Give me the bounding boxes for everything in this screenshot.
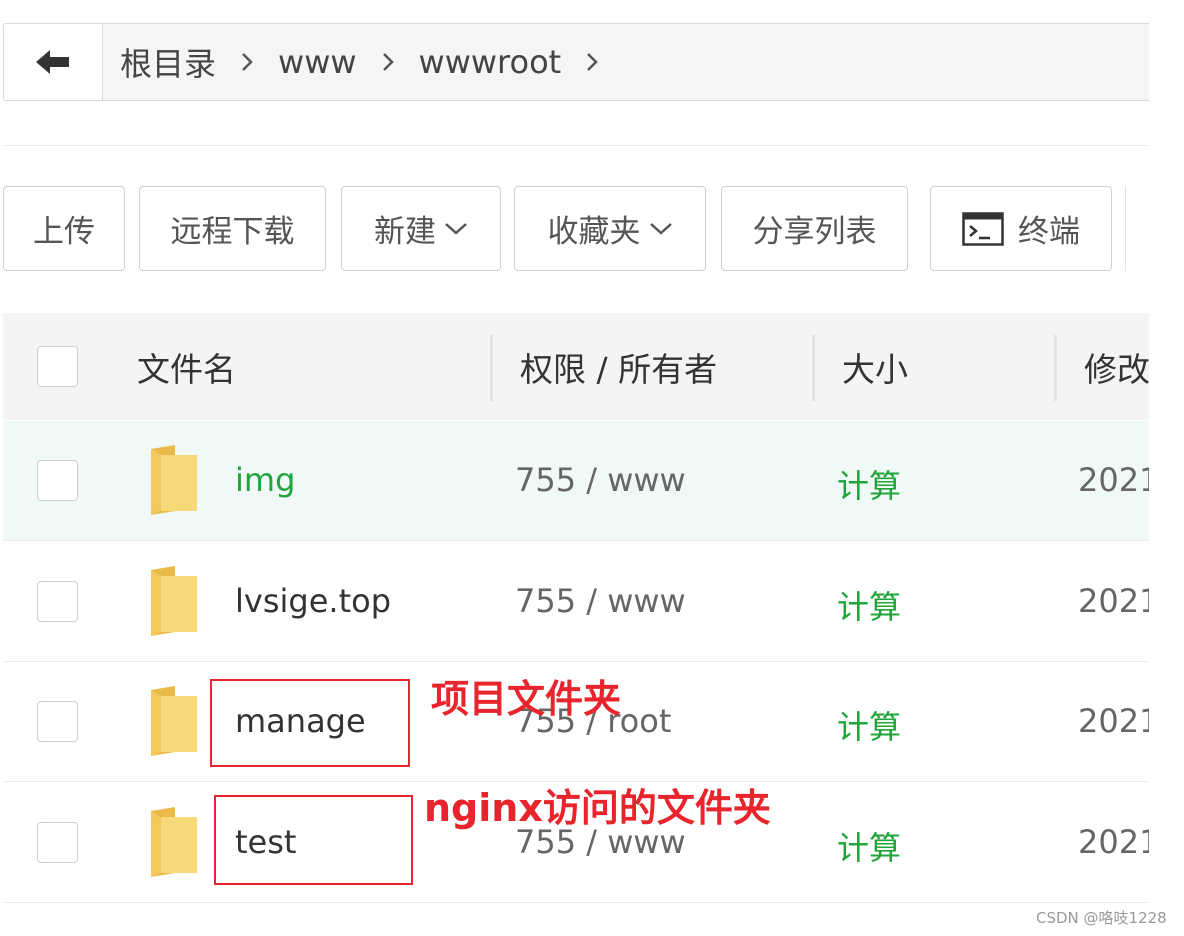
path-bar: 根目录 www wwwroot xyxy=(3,23,1149,101)
header-size[interactable]: 大小 xyxy=(842,313,908,420)
folder-icon xyxy=(151,686,197,756)
chevron-right-icon xyxy=(216,52,278,72)
upload-label: 上传 xyxy=(33,214,95,250)
folder-icon xyxy=(151,566,197,636)
annotation-nginx-folder: nginx访问的文件夹 xyxy=(424,786,771,830)
remote-download-button[interactable]: 远程下载 xyxy=(139,186,326,271)
select-all-checkbox[interactable] xyxy=(37,346,78,387)
header-modified[interactable]: 修改 xyxy=(1084,313,1149,420)
row-checkbox[interactable] xyxy=(37,460,78,501)
calculate-size-link[interactable]: 计算 xyxy=(837,823,901,869)
calculate-size-link[interactable]: 计算 xyxy=(837,582,901,628)
calculate-size-link[interactable]: 计算 xyxy=(837,702,901,748)
chevron-down-icon xyxy=(649,222,673,236)
annotation-box-test xyxy=(214,795,413,885)
file-modified: 2021 xyxy=(1078,582,1149,620)
calculate-size-link[interactable]: 计算 xyxy=(837,461,901,507)
breadcrumb-wwwroot[interactable]: wwwroot xyxy=(419,43,562,81)
chevron-right-icon xyxy=(561,52,623,72)
divider xyxy=(3,145,1149,146)
column-divider[interactable] xyxy=(490,335,493,401)
new-dropdown-button[interactable]: 新建 xyxy=(341,186,501,271)
folder-icon xyxy=(151,445,197,515)
toolbar-divider xyxy=(1125,186,1126,271)
favorites-label: 收藏夹 xyxy=(547,214,641,250)
folder-icon xyxy=(151,807,197,877)
file-modified: 2021 xyxy=(1078,702,1149,740)
row-checkbox[interactable] xyxy=(37,581,78,622)
share-list-label: 分享列表 xyxy=(752,214,877,250)
annotation-project-folder: 项目文件夹 xyxy=(431,677,622,721)
remote-download-label: 远程下载 xyxy=(170,214,295,250)
new-label: 新建 xyxy=(374,214,436,250)
file-permission[interactable]: 755 / www xyxy=(515,582,686,620)
row-checkbox[interactable] xyxy=(37,822,78,863)
chevron-right-icon xyxy=(357,52,419,72)
terminal-label: 终端 xyxy=(1018,214,1080,250)
row-checkbox[interactable] xyxy=(37,701,78,742)
breadcrumb: 根目录 www wwwroot xyxy=(120,24,623,100)
table-header: 文件名 权限 / 所有者 大小 修改 xyxy=(3,313,1149,420)
table-row[interactable]: img 755 / www 计算 2021 xyxy=(3,421,1149,541)
column-divider[interactable] xyxy=(812,335,815,401)
column-divider[interactable] xyxy=(1054,335,1057,401)
breadcrumb-www[interactable]: www xyxy=(278,43,357,81)
arrow-left-icon xyxy=(36,50,69,74)
header-permission-owner[interactable]: 权限 / 所有者 xyxy=(520,313,717,420)
annotation-box-manage xyxy=(210,679,410,767)
terminal-icon xyxy=(962,211,1004,246)
upload-button[interactable]: 上传 xyxy=(3,186,125,271)
breadcrumb-root[interactable]: 根目录 xyxy=(120,39,216,85)
favorites-dropdown-button[interactable]: 收藏夹 xyxy=(514,186,706,271)
file-modified: 2021 xyxy=(1078,823,1149,861)
terminal-button[interactable]: 终端 xyxy=(930,186,1112,271)
back-button[interactable] xyxy=(4,24,103,100)
file-permission[interactable]: 755 / www xyxy=(515,461,686,499)
file-name[interactable]: lvsige.top xyxy=(235,582,391,620)
watermark: CSDN @咯吱1228 xyxy=(1036,909,1167,927)
table-row[interactable]: lvsige.top 755 / www 计算 2021 xyxy=(3,542,1149,662)
chevron-down-icon xyxy=(444,222,468,236)
file-modified: 2021 xyxy=(1078,461,1149,499)
file-name[interactable]: img xyxy=(235,461,295,499)
share-list-button[interactable]: 分享列表 xyxy=(721,186,908,271)
header-filename[interactable]: 文件名 xyxy=(137,313,236,420)
